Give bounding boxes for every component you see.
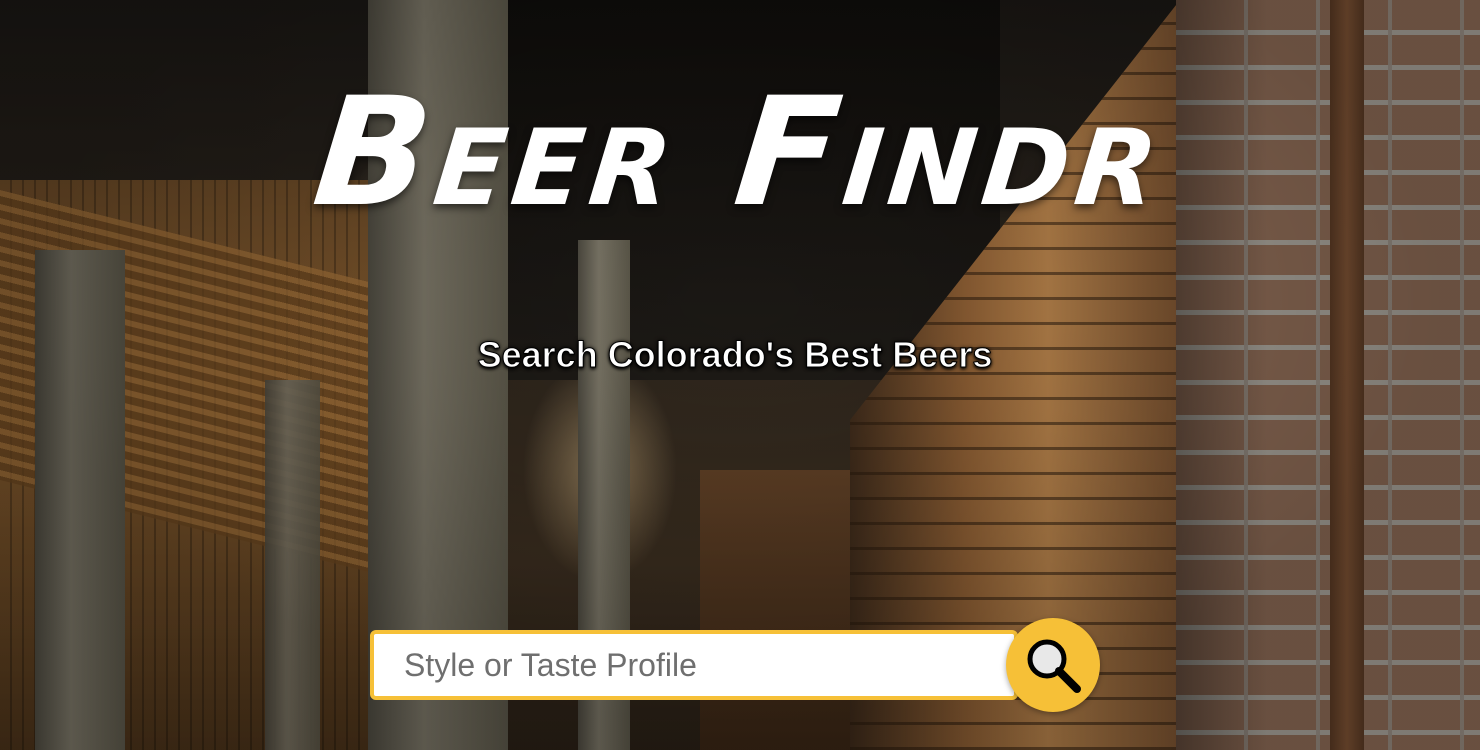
search-input[interactable] (370, 630, 1018, 700)
landing-page: Beer Findr Search Colorado's Best Beers (0, 0, 1480, 750)
search-button[interactable] (1006, 618, 1100, 712)
magnifying-glass-icon (1027, 639, 1081, 693)
page-subtitle: Search Colorado's Best Beers (477, 334, 993, 376)
search-bar (370, 618, 1110, 712)
page-title: Beer Findr (306, 66, 1174, 240)
